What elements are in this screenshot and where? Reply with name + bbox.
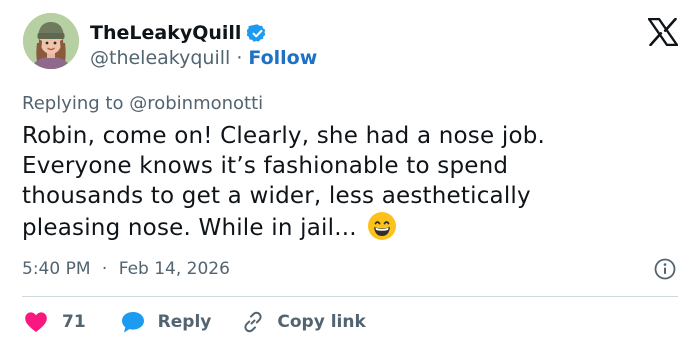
tweet-text-line-last: pleasing nose. While in jail... <box>22 211 662 243</box>
copy-link-label: Copy link <box>277 312 366 332</box>
copy-link-button[interactable]: Copy link <box>241 310 366 334</box>
author-handle-row: @theleakyquill · Follow <box>90 47 317 69</box>
date-separator: · <box>101 259 108 279</box>
info-icon[interactable] <box>654 258 676 280</box>
replying-to-prefix: Replying to <box>22 93 124 114</box>
avatar-illustration <box>23 13 79 69</box>
reply-label: Reply <box>157 312 212 332</box>
verified-badge-icon <box>246 23 268 44</box>
replying-to: Replying to @robinmonotti <box>22 93 263 114</box>
author-name-row: TheLeakyQuill <box>90 20 268 46</box>
tweet-text-line: thousands to get a wider, less aesthetic… <box>22 183 531 209</box>
like-count: 71 <box>62 312 86 332</box>
reply-button[interactable]: Reply <box>120 310 242 334</box>
tweet-text: Robin, come on! Clearly, she had a nose … <box>22 121 662 243</box>
avatar[interactable] <box>23 13 79 69</box>
author-handle[interactable]: @theleakyquill <box>90 47 230 69</box>
follow-button[interactable]: Follow <box>248 47 317 69</box>
tweet-date: Feb 14, 2026 <box>118 259 230 279</box>
x-logo-icon[interactable] <box>647 17 679 47</box>
tweet-time: 5:40 PM <box>22 259 91 279</box>
tweet-text-line: Everyone knows it’s fashionable to spend <box>22 153 509 179</box>
divider <box>22 296 678 297</box>
grinning-face-emoji-icon <box>367 211 397 241</box>
tweet-text-line: Robin, come on! Clearly, she had a nose … <box>22 123 546 149</box>
tweet-timestamp[interactable]: 5:40 PM · Feb 14, 2026 <box>22 259 230 279</box>
tweet-card: TheLeakyQuill @theleakyquill · Follow Re… <box>0 0 700 348</box>
reply-bubble-icon <box>121 312 144 333</box>
tweet-text-line: pleasing nose. While in jail... <box>22 215 357 241</box>
like-button[interactable]: 71 <box>24 311 120 333</box>
author-display-name[interactable]: TheLeakyQuill <box>90 22 241 44</box>
handle-separator: · <box>236 47 243 69</box>
heart-icon <box>25 312 47 332</box>
link-icon <box>244 311 262 333</box>
replying-to-mention[interactable]: @robinmonotti <box>129 93 263 114</box>
action-bar: 71 Reply Copy link <box>24 309 366 335</box>
